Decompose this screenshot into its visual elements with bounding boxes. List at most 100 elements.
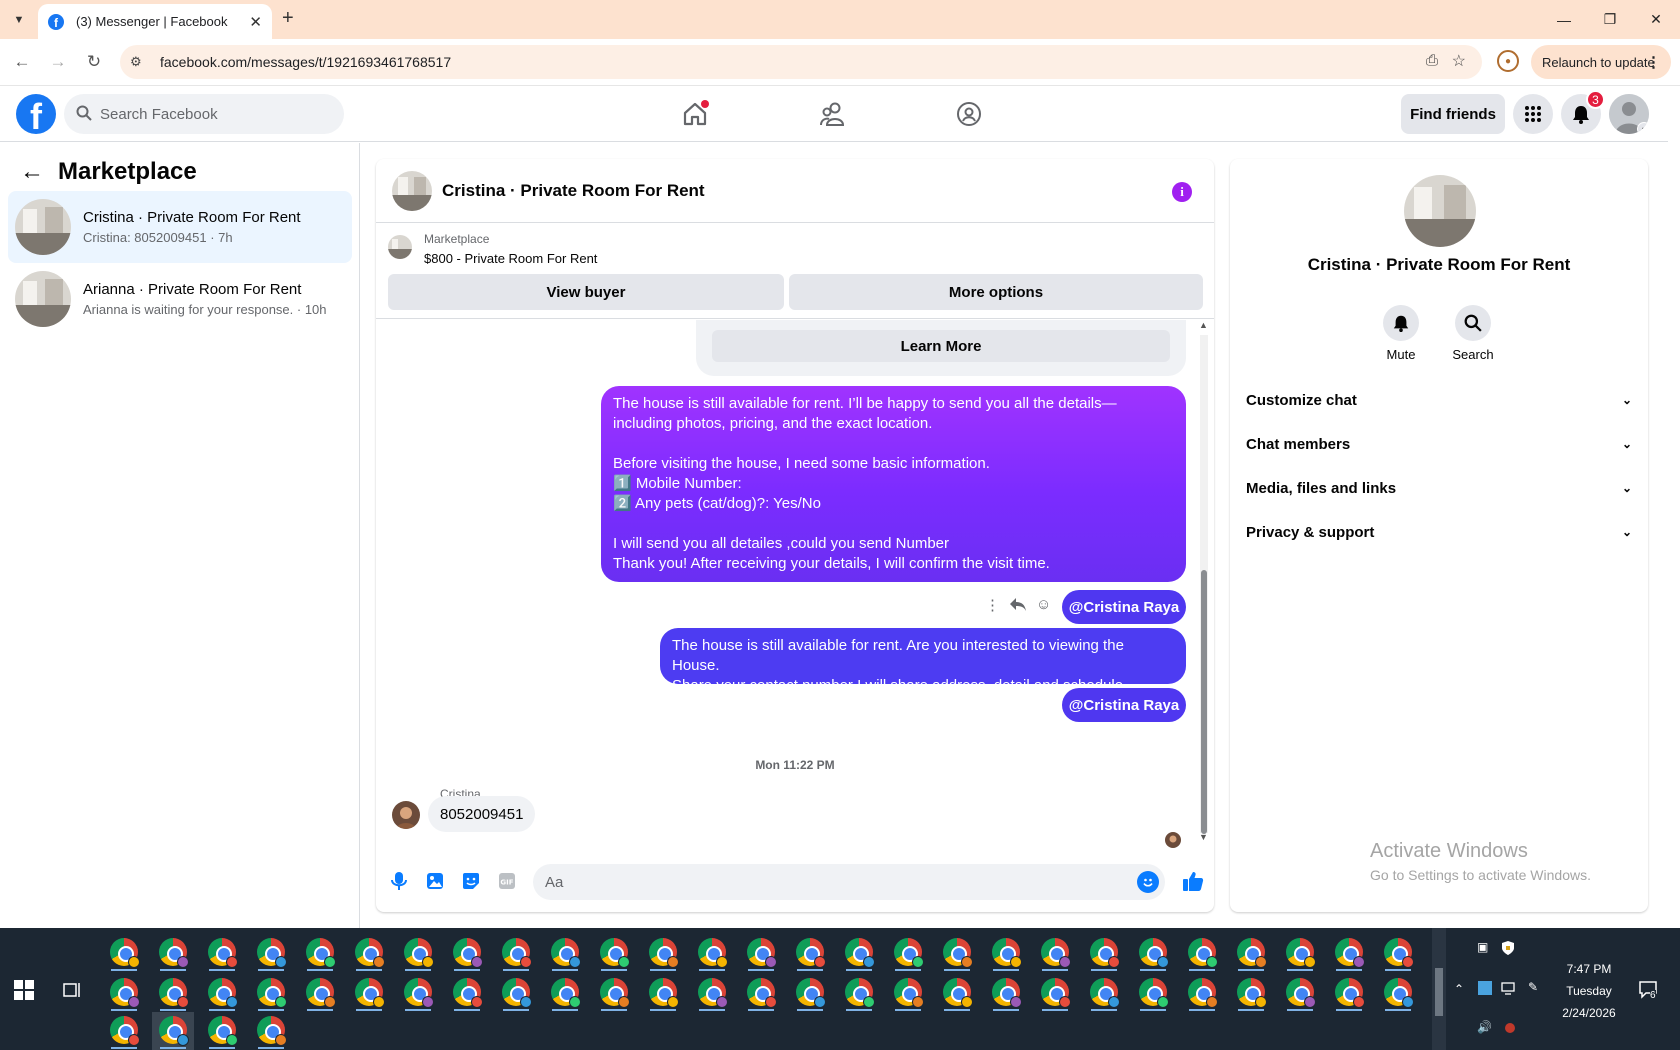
outgoing-message[interactable]: The house is still available for rent. I… [601,386,1186,582]
conversation-item[interactable]: Cristina · Private Room For Rent Cristin… [8,191,352,263]
site-info-icon[interactable]: ⚙ [130,54,146,70]
info-icon[interactable]: i [1172,182,1192,202]
back-arrow-icon[interactable]: ← [20,158,44,186]
more-options-button[interactable]: More options [789,274,1203,310]
chrome-taskbar-button[interactable] [348,934,390,972]
conversation-item[interactable]: Arianna · Private Room For Rent Arianna … [8,263,352,335]
show-hidden-icons-icon[interactable]: ⌃ [1454,982,1464,996]
chrome-taskbar-button[interactable] [593,974,635,1012]
scroll-thumb[interactable] [1201,570,1207,834]
chrome-taskbar-button[interactable] [642,974,684,1012]
chrome-taskbar-button[interactable] [593,934,635,972]
chrome-taskbar-button[interactable] [1377,974,1419,1012]
chrome-taskbar-button[interactable] [838,974,880,1012]
chrome-taskbar-button[interactable] [201,974,243,1012]
reload-button[interactable]: ↻ [81,49,107,75]
mic-status-icon[interactable] [1504,1022,1516,1037]
thumbs-up-icon[interactable] [1180,868,1206,894]
chrome-taskbar-button[interactable] [1132,974,1174,1012]
chrome-taskbar-button[interactable] [838,934,880,972]
chrome-taskbar-button[interactable] [250,1012,292,1050]
friends-nav-icon[interactable] [813,94,853,134]
menu-grid-icon[interactable] [1513,94,1553,134]
pen-icon[interactable]: ✎ [1528,980,1538,994]
home-nav-icon[interactable] [675,94,715,134]
chrome-taskbar-button[interactable] [887,934,929,972]
relaunch-button[interactable]: Relaunch to update ⋮ [1531,45,1671,79]
account-avatar[interactable]: ▾ [1609,94,1649,134]
chrome-taskbar-button[interactable] [201,1012,243,1050]
chrome-taskbar-button[interactable] [1181,974,1223,1012]
chrome-taskbar-button[interactable] [299,974,341,1012]
chrome-taskbar-button[interactable] [495,934,537,972]
chrome-taskbar-button[interactable] [740,934,782,972]
search-input[interactable] [100,105,320,123]
chrome-taskbar-button[interactable] [740,974,782,1012]
new-tab-button[interactable]: + [282,7,294,30]
chat-title[interactable]: Cristina · Private Room For Rent [442,181,705,201]
back-button[interactable]: ← [9,49,35,75]
view-buyer-button[interactable]: View buyer [388,274,784,310]
install-app-icon[interactable]: ⎙ [1426,52,1438,69]
chrome-taskbar-button[interactable] [152,974,194,1012]
chrome-taskbar-button[interactable] [544,934,586,972]
chrome-taskbar-button[interactable] [691,974,733,1012]
browser-tab[interactable]: f (3) Messenger | Facebook ✕ [38,4,272,39]
chrome-taskbar-button[interactable] [985,974,1027,1012]
chrome-taskbar-button[interactable] [1181,934,1223,972]
outgoing-message[interactable]: The house is still available for rent. A… [660,628,1186,694]
chrome-taskbar-button[interactable] [1279,974,1321,1012]
photo-icon[interactable] [424,870,446,892]
facebook-logo-icon[interactable]: f [16,94,56,134]
groups-nav-icon[interactable] [949,94,989,134]
chrome-taskbar-button[interactable] [789,934,831,972]
chrome-taskbar-button[interactable] [985,934,1027,972]
security-shield-icon[interactable] [1500,940,1516,959]
chrome-taskbar-button[interactable] [250,934,292,972]
sticker-icon[interactable] [460,870,482,892]
chrome-taskbar-button[interactable] [789,974,831,1012]
mute-action[interactable]: Mute [1366,305,1436,362]
chrome-taskbar-button[interactable] [495,974,537,1012]
sender-avatar[interactable] [392,801,420,829]
learn-more-button[interactable]: Learn More [712,330,1170,362]
search-icon[interactable] [1455,305,1491,341]
chrome-taskbar-button[interactable] [103,934,145,972]
customize-chat-section[interactable]: Customize chat ⌄ [1246,380,1632,420]
find-friends-button[interactable]: Find friends [1401,94,1505,134]
page-scrollbar[interactable] [1668,86,1680,928]
incoming-message[interactable]: 8052009451 [428,796,536,832]
more-menu-icon[interactable]: ⋮ [1646,53,1661,71]
meet-now-icon[interactable]: ▣ [1477,940,1488,954]
mention-bubble[interactable]: @Cristina Raya [1062,688,1186,722]
chat-avatar[interactable] [392,170,432,211]
message-scrollbar[interactable]: ▲ ▼ [1198,320,1210,850]
taskbar-clock[interactable]: 7:47 PM Tuesday 2/24/2026 [1560,958,1618,1024]
forward-button[interactable]: → [45,49,71,75]
chrome-taskbar-button[interactable] [1083,974,1125,1012]
chrome-taskbar-button[interactable] [544,974,586,1012]
chrome-taskbar-button[interactable] [691,934,733,972]
close-window-button[interactable]: ✕ [1633,0,1679,39]
chrome-taskbar-button[interactable] [348,974,390,1012]
privacy-support-section[interactable]: Privacy & support ⌄ [1246,512,1632,552]
react-emoji-icon[interactable]: ☺ [1036,596,1051,613]
details-avatar[interactable] [1404,175,1476,247]
chrome-taskbar-button[interactable] [446,974,488,1012]
tab-search-button[interactable]: ▼ [8,9,30,31]
chrome-taskbar-button[interactable] [936,974,978,1012]
chrome-taskbar-button[interactable] [201,934,243,972]
gif-icon[interactable]: GIF [496,870,518,892]
chrome-taskbar-button[interactable] [397,934,439,972]
scroll-up-icon[interactable]: ▲ [1199,320,1208,330]
chrome-taskbar-button[interactable] [1377,934,1419,972]
bookmark-star-icon[interactable]: ☆ [1452,51,1466,71]
facebook-search[interactable] [64,94,344,134]
task-view-icon[interactable] [62,980,82,1005]
bell-icon[interactable] [1383,305,1419,341]
chrome-taskbar-button[interactable] [1083,934,1125,972]
url-text[interactable]: facebook.com/messages/t/1921693461768517 [160,54,451,70]
windows-start-icon[interactable] [14,980,34,1005]
network-app-icon[interactable] [1477,980,1493,999]
chrome-taskbar-button[interactable] [103,974,145,1012]
